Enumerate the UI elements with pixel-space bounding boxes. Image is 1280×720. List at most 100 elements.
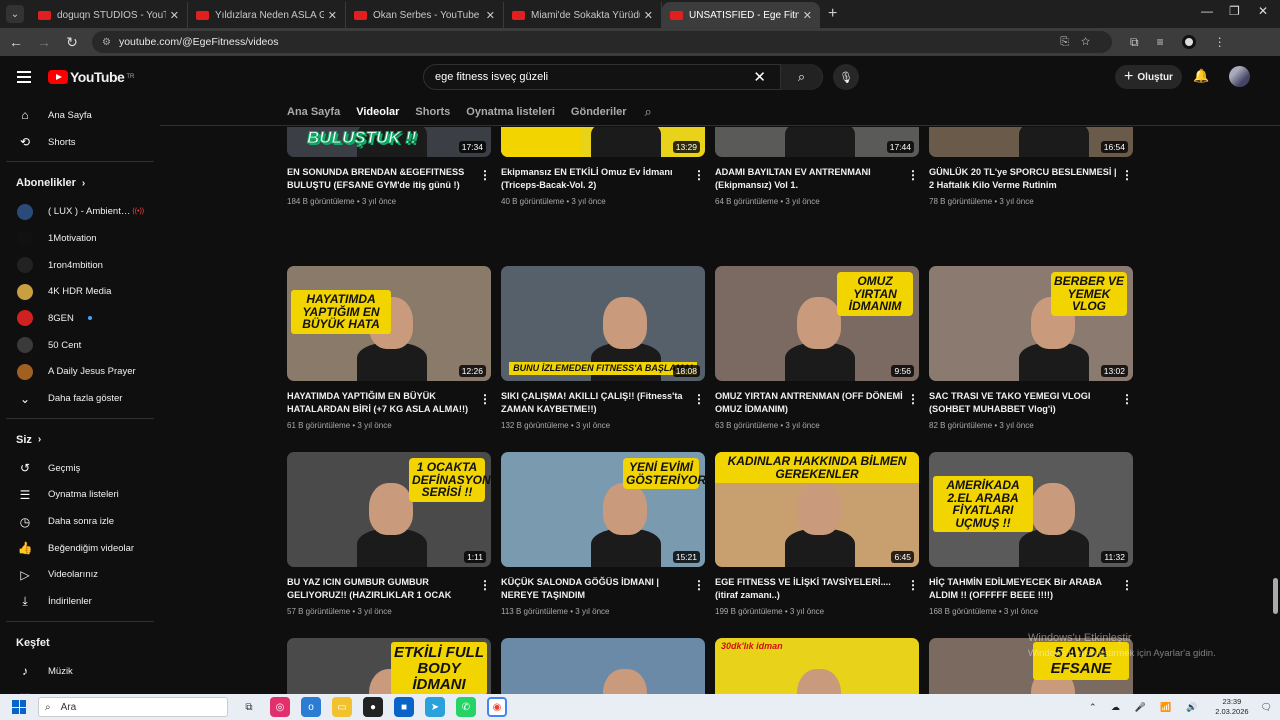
video-title[interactable]: Ekipmansız EN ETKİLİ Omuz Ev İdmanı (Tri… bbox=[501, 166, 691, 192]
video-title[interactable]: SIKI ÇALIŞMA! AKILLI ÇALIŞ!! (Fitness'ta… bbox=[501, 390, 691, 416]
subscriptions-heading[interactable]: Abonelikler › bbox=[0, 168, 160, 198]
video-card[interactable]: YENİ EVİMİ GÖSTERİYORUM 15:21 KÜÇÜK SALOND… bbox=[501, 452, 705, 616]
video-thumbnail[interactable]: 1 OCAKTA DEFİNASYON SERİSİ !! 1:11 bbox=[287, 452, 491, 567]
minimize-icon[interactable]: — bbox=[1201, 4, 1213, 18]
video-card[interactable]: 17:44 ADAMI BAYILTAN EV ANTRENMANI (Ekipm… bbox=[715, 127, 919, 206]
subscription-item[interactable]: ( LUX ) - Ambient… ((•)) bbox=[0, 198, 160, 225]
video-thumbnail[interactable]: ETKİLİ FULL BODY İDMANI bbox=[287, 638, 491, 694]
subscription-item[interactable]: 1Motivation bbox=[0, 225, 160, 252]
notifications-bell-icon[interactable]: 🔔 bbox=[1193, 68, 1209, 84]
video-title[interactable]: ADAMI BAYILTAN EV ANTRENMANI (Ekipmansız… bbox=[715, 166, 905, 192]
video-card[interactable] bbox=[501, 638, 705, 694]
close-window-icon[interactable]: ✕ bbox=[1258, 4, 1268, 18]
video-thumbnail[interactable]: BERBER VE YEMEK VLOG 13:02 bbox=[929, 266, 1133, 381]
more-options-icon[interactable]: ⋮ bbox=[479, 392, 491, 406]
video-thumbnail[interactable]: KARIN 13:29 bbox=[501, 127, 705, 157]
sidebar-item[interactable]: 🎮Oyun bbox=[0, 685, 160, 694]
file-explorer-icon[interactable]: ▭ bbox=[332, 697, 352, 717]
back-icon[interactable]: ← bbox=[4, 34, 28, 50]
video-thumbnail[interactable]: YENİ EVİMİ GÖSTERİYORUM 15:21 bbox=[501, 452, 705, 567]
video-card[interactable]: 30dk'lık idman bbox=[715, 638, 919, 694]
voice-search-icon[interactable]: 🎙 bbox=[833, 64, 859, 90]
video-thumbnail[interactable] bbox=[501, 638, 705, 694]
sidebar-item[interactable]: ⟲ Shorts bbox=[0, 129, 160, 156]
more-options-icon[interactable]: ⋮ bbox=[479, 578, 491, 592]
video-card[interactable]: BUNU İZLEMEDEN FITNESS'A BAŞLAMA! 18:08 SI… bbox=[501, 266, 705, 430]
browser-tab[interactable]: Okan Serbes - YouTube ✕ bbox=[346, 2, 504, 28]
video-title[interactable]: SAC TRASI VE TAKO YEMEGI VLOGI (SOHBET M… bbox=[929, 390, 1119, 416]
video-thumbnail[interactable]: TOPLAM 3 FARKLI BESLENME16:54 bbox=[929, 127, 1133, 157]
sidebar-item[interactable]: 👍 Beğendiğim videolar bbox=[0, 535, 160, 562]
subscription-item[interactable]: 50 Cent bbox=[0, 332, 160, 359]
video-title[interactable]: GÜNLÜK 20 TL'ye SPORCU BESLENMESİ | 2 Ha… bbox=[929, 166, 1119, 192]
video-thumbnail[interactable]: 5 AYDA EFSANE bbox=[929, 638, 1133, 694]
tab-search-icon[interactable]: ⌄ bbox=[6, 5, 24, 23]
youtube-logo[interactable]: YouTube TR bbox=[48, 69, 134, 85]
sidebar-item[interactable]: ♪ Müzik bbox=[0, 658, 160, 685]
menu-icon[interactable]: ⋮ bbox=[1214, 35, 1226, 49]
search-button[interactable]: ⌕ bbox=[780, 64, 822, 90]
site-info-icon[interactable]: ⚙ bbox=[102, 37, 111, 48]
video-card[interactable]: KADINLAR HAKKINDA BİLMEN GEREKENLER 6:45 E… bbox=[715, 452, 919, 616]
restore-icon[interactable]: ❐ bbox=[1229, 4, 1240, 18]
video-card[interactable]: TOPLAM 3 FARKLI BESLENME16:54 GÜNLÜK 20 T… bbox=[929, 127, 1133, 206]
video-title[interactable]: HİÇ TAHMİN EDİLMEYECEK Bir ARABA ALDIM !… bbox=[929, 576, 1119, 602]
windows-start-icon[interactable] bbox=[12, 700, 26, 714]
tab-4[interactable]: Gönderiler bbox=[571, 106, 627, 118]
video-card[interactable]: OMUZ YIRTAN İDMANIM 9:56 OMUZ YIRTAN ANTRE… bbox=[715, 266, 919, 430]
outlook-icon[interactable]: o bbox=[301, 697, 321, 717]
video-thumbnail[interactable]: BULUŞTUK !! 17:34 bbox=[287, 127, 491, 157]
video-thumbnail[interactable]: OMUZ YIRTAN İDMANIM 9:56 bbox=[715, 266, 919, 381]
video-thumbnail[interactable]: BUNU İZLEMEDEN FITNESS'A BAŞLAMA! 18:08 bbox=[501, 266, 705, 381]
more-options-icon[interactable]: ⋮ bbox=[1121, 168, 1133, 182]
more-options-icon[interactable]: ⋮ bbox=[907, 578, 919, 592]
browser-tab[interactable]: Yıldızlara Neden ASLA Gidemey ✕ bbox=[188, 2, 346, 28]
sidebar-item[interactable]: ⌂ Ana Sayfa bbox=[0, 102, 160, 129]
video-title[interactable]: BU YAZ ICIN GUMBUR GUMBUR GELIYORUZ!! (H… bbox=[287, 576, 477, 602]
sidebar-item[interactable]: ☰ Oynatma listeleri bbox=[0, 482, 160, 509]
task-view-icon[interactable]: ⧉ bbox=[239, 697, 259, 717]
media-icon[interactable]: ≡ bbox=[1157, 35, 1164, 49]
video-card[interactable]: HAYATIMDA YAPTIĞIM EN BÜYÜK HATA 12:26 HAY… bbox=[287, 266, 491, 430]
you-heading[interactable]: Siz › bbox=[0, 425, 160, 455]
subscription-item[interactable]: 4K HDR Media bbox=[0, 278, 160, 305]
tray-icons[interactable]: ⌃ ☁ 🎤 📶 🔊 bbox=[1089, 702, 1203, 713]
sidebar-item[interactable]: ▷ Videolarınız bbox=[0, 562, 160, 589]
browser-tab[interactable]: Miami'de Sokakta Yürüdüm! | K ✕ bbox=[504, 2, 662, 28]
page-scrollbar[interactable] bbox=[1273, 578, 1278, 614]
video-card[interactable]: BERBER VE YEMEK VLOG 13:02 SAC TRASI VE TA… bbox=[929, 266, 1133, 430]
search-input[interactable]: ege fitness isveç güzeli bbox=[435, 71, 753, 83]
more-options-icon[interactable]: ⋮ bbox=[1121, 578, 1133, 592]
video-card[interactable]: 5 AYDA EFSANE bbox=[929, 638, 1133, 694]
more-options-icon[interactable]: ⋮ bbox=[693, 168, 705, 182]
more-options-icon[interactable]: ⋮ bbox=[1121, 392, 1133, 406]
create-button[interactable]: + Oluştur bbox=[1115, 65, 1182, 89]
more-options-icon[interactable]: ⋮ bbox=[693, 392, 705, 406]
close-tab-icon[interactable]: ✕ bbox=[170, 9, 179, 22]
address-bar[interactable]: ⚙ youtube.com/@EgeFitness/videos ⎘☆ bbox=[92, 31, 1112, 53]
taskbar-clock[interactable]: 23:39 2.03.2026 bbox=[1215, 697, 1248, 717]
video-title[interactable]: OMUZ YIRTAN ANTRENMAN (OFF DÖNEMİ OMUZ İ… bbox=[715, 390, 905, 416]
more-options-icon[interactable]: ⋮ bbox=[693, 578, 705, 592]
tab-0[interactable]: Ana Sayfa bbox=[287, 106, 340, 118]
video-title[interactable]: EN SONUNDA BRENDAN &EGEFITNESS BULUŞTU (… bbox=[287, 166, 477, 192]
more-options-icon[interactable]: ⋮ bbox=[907, 392, 919, 406]
subscription-item[interactable]: 1ron4mbition bbox=[0, 252, 160, 279]
new-tab-button[interactable]: + bbox=[828, 5, 837, 23]
video-title[interactable]: HAYATIMDA YAPTIĞIM EN BÜYÜK HATALARDAN B… bbox=[287, 390, 477, 416]
taskbar-search[interactable]: ⌕ Ara bbox=[38, 697, 228, 717]
extensions-icon[interactable]: ⧉ bbox=[1130, 35, 1139, 50]
notification-icon[interactable]: 🗨 bbox=[1261, 702, 1272, 713]
video-title[interactable]: KÜÇÜK SALONDA GÖĞÜS İDMANI | NEREYE TAŞI… bbox=[501, 576, 691, 602]
account-avatar[interactable] bbox=[1229, 66, 1250, 87]
instagram-icon[interactable]: ◎ bbox=[270, 697, 290, 717]
show-more-button[interactable]: ⌄ Daha fazla göster bbox=[0, 385, 160, 412]
sidebar-item[interactable]: ⤓ İndirilenler bbox=[0, 588, 160, 615]
more-options-icon[interactable]: ⋮ bbox=[479, 168, 491, 182]
profile-icon[interactable] bbox=[1181, 35, 1196, 49]
clear-search-icon[interactable]: ✕ bbox=[753, 68, 766, 86]
telegram-icon[interactable]: ➤ bbox=[425, 697, 445, 717]
tab-1[interactable]: Videolar bbox=[356, 106, 399, 118]
close-tab-icon[interactable]: ✕ bbox=[644, 9, 653, 22]
video-card[interactable]: BULUŞTUK !! 17:34 EN SONUNDA BRENDAN &EGEF… bbox=[287, 127, 491, 206]
